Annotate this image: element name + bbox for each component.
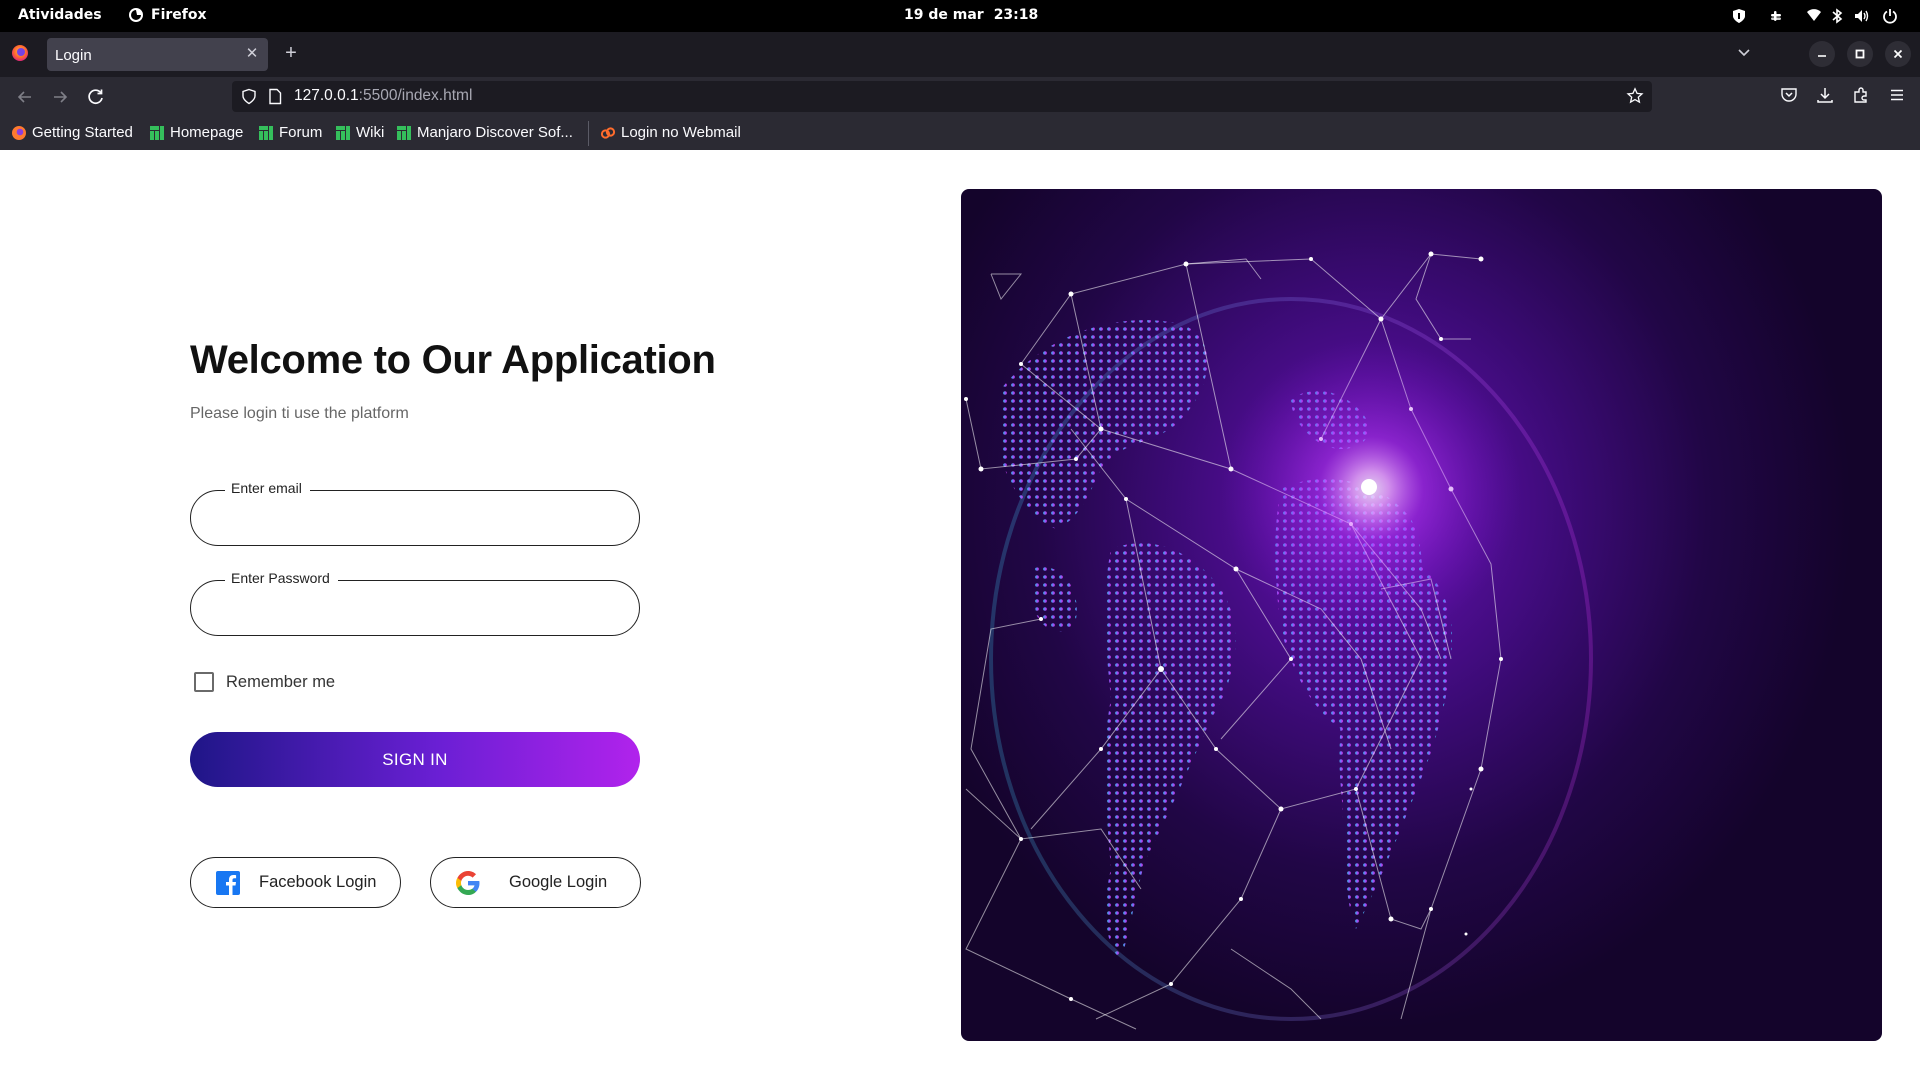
- password-field[interactable]: Enter Password: [190, 570, 640, 636]
- tab-strip: Login ✕ +: [0, 32, 1920, 77]
- webmail-icon: [600, 126, 616, 139]
- back-arrow-icon[interactable]: [13, 85, 37, 109]
- url-path: :5500/index.html: [358, 87, 473, 104]
- pocket-icon[interactable]: [1780, 86, 1798, 104]
- manjaro-icon: [397, 125, 411, 140]
- bookmark-forum[interactable]: Forum: [258, 124, 322, 141]
- bluetooth-icon[interactable]: [1831, 8, 1843, 24]
- facebook-login-label: Facebook Login: [259, 873, 377, 891]
- new-tab-icon[interactable]: +: [280, 40, 302, 66]
- close-icon: [1893, 49, 1903, 59]
- bookmark-label: Forum: [279, 124, 323, 141]
- firefox-menu-icon[interactable]: [11, 44, 29, 62]
- manjaro-icon: [336, 125, 350, 140]
- page-title: Welcome to Our Application: [190, 338, 716, 382]
- page-info-icon[interactable]: [268, 88, 282, 105]
- url-text[interactable]: 127.0.0.1:5500/index.html: [294, 87, 472, 105]
- bookmark-login-webmail[interactable]: Login no Webmail: [600, 124, 741, 141]
- clock[interactable]: 19 de mar 23:18: [904, 7, 1038, 23]
- close-tab-icon[interactable]: ✕: [242, 43, 262, 65]
- tracking-protection-shield-icon[interactable]: [241, 88, 257, 105]
- email-input[interactable]: [211, 501, 611, 535]
- password-input[interactable]: [211, 591, 611, 625]
- hamburger-menu-icon[interactable]: [1888, 86, 1906, 104]
- google-icon: [456, 871, 480, 895]
- bookmark-label: Manjaro Discover Sof...: [417, 124, 573, 141]
- bookmark-wiki[interactable]: Wiki: [335, 124, 384, 141]
- bookmark-label: Getting Started: [32, 124, 133, 141]
- bookmark-label: Wiki: [356, 124, 385, 141]
- firefox-app-icon: [129, 8, 143, 22]
- firefox-icon: [12, 125, 26, 140]
- close-window-button[interactable]: [1885, 41, 1911, 67]
- email-label: Enter email: [225, 480, 310, 496]
- maximize-window-button[interactable]: [1847, 41, 1873, 67]
- manjaro-icon: [259, 125, 273, 140]
- slack-icon[interactable]: [1768, 8, 1784, 24]
- manjaro-icon: [150, 125, 164, 140]
- digital-globe-illustration: [964, 251, 1593, 1030]
- activities-button[interactable]: Atividades: [18, 7, 102, 23]
- bookmarks-toolbar: Getting Started Homepage Forum Wiki Manj…: [0, 117, 1920, 150]
- google-login-label: Google Login: [509, 873, 608, 891]
- bookmark-separator: [588, 121, 589, 146]
- power-icon[interactable]: [1882, 8, 1898, 24]
- shield-icon[interactable]: [1732, 8, 1746, 24]
- forward-arrow-icon[interactable]: [48, 85, 72, 109]
- facebook-login-button[interactable]: Facebook Login: [190, 857, 401, 908]
- hero-image: [961, 189, 1882, 1041]
- tab-login[interactable]: Login ✕: [47, 38, 268, 71]
- reload-icon[interactable]: [84, 85, 108, 109]
- app-menu[interactable]: Firefox: [128, 7, 207, 23]
- system-tray: [1720, 0, 1920, 32]
- bookmark-label: Homepage: [170, 124, 244, 141]
- clock-time: 23:18: [993, 7, 1039, 23]
- bookmark-homepage[interactable]: Homepage: [149, 124, 243, 141]
- navigation-toolbar: 127.0.0.1:5500/index.html: [0, 77, 1920, 117]
- maximize-icon: [1855, 49, 1865, 59]
- bookmark-label: Login no Webmail: [621, 124, 741, 141]
- email-field[interactable]: Enter email: [190, 480, 640, 546]
- password-label: Enter Password: [225, 570, 338, 586]
- facebook-icon: [216, 871, 240, 895]
- minimize-window-button[interactable]: [1809, 41, 1835, 67]
- minimize-icon: [1818, 55, 1826, 57]
- app-menu-label: Firefox: [151, 7, 207, 23]
- tab-title: Login: [55, 47, 92, 64]
- clock-date: 19 de mar: [904, 7, 984, 23]
- google-login-button[interactable]: Google Login: [430, 857, 641, 908]
- bookmark-manjaro-discover[interactable]: Manjaro Discover Sof...: [396, 124, 573, 141]
- volume-icon[interactable]: [1854, 8, 1870, 24]
- downloads-icon[interactable]: [1816, 86, 1834, 104]
- list-all-tabs-icon[interactable]: [1736, 44, 1752, 60]
- page-subtitle: Please login ti use the platform: [190, 405, 409, 422]
- system-top-bar: Atividades Firefox 19 de mar 23:18: [0, 0, 1920, 32]
- bookmark-star-icon[interactable]: [1626, 87, 1644, 105]
- remember-me-checkbox[interactable]: [194, 672, 214, 692]
- sign-in-button[interactable]: SIGN IN: [190, 732, 640, 787]
- bookmark-getting-started[interactable]: Getting Started: [11, 124, 133, 141]
- extensions-icon[interactable]: [1852, 86, 1870, 104]
- remember-me[interactable]: Remember me: [194, 672, 335, 692]
- wifi-icon[interactable]: [1806, 8, 1822, 22]
- page-content: Welcome to Our Application Please login …: [0, 150, 1920, 1080]
- url-host: 127.0.0.1: [294, 87, 359, 104]
- address-bar[interactable]: 127.0.0.1:5500/index.html: [232, 81, 1652, 112]
- remember-me-label[interactable]: Remember me: [226, 673, 335, 692]
